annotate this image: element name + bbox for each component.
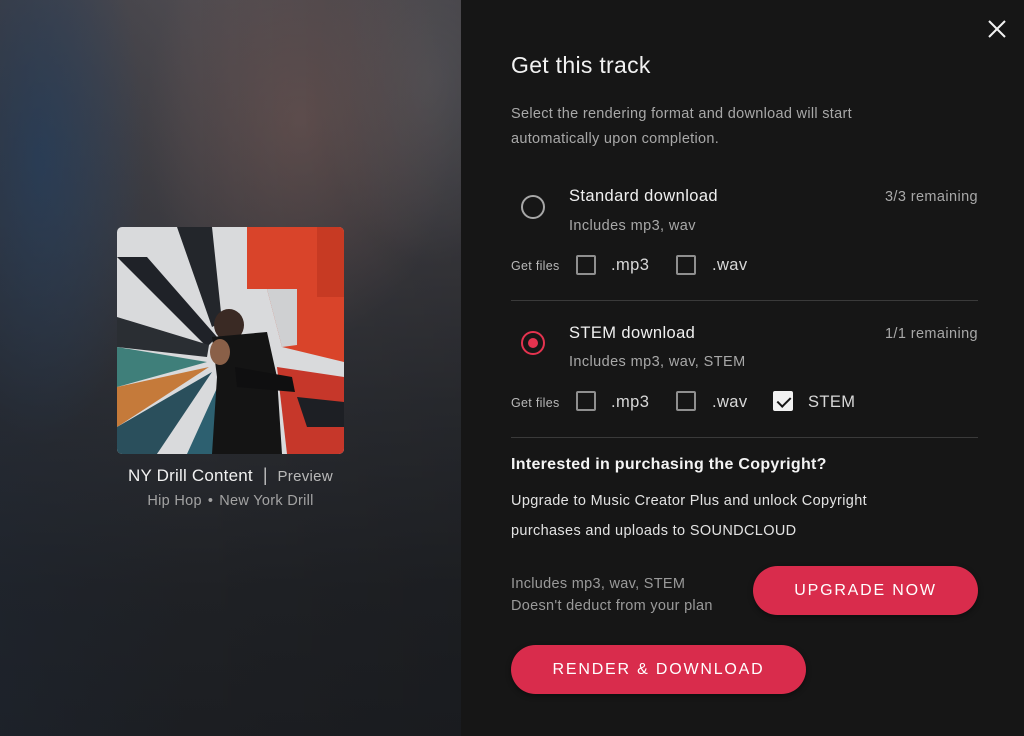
upgrade-note-line-2: Doesn't deduct from your plan: [511, 598, 713, 614]
section-divider: [511, 300, 978, 301]
stem-wav-checkbox[interactable]: [676, 391, 696, 411]
copyright-body: Upgrade to Music Creator Plus and unlock…: [511, 493, 867, 539]
track-preview-pane: NY Drill Content | Preview Hip Hop • New Y…: [0, 0, 461, 736]
close-icon: [988, 20, 1006, 38]
title-separator: |: [262, 465, 268, 485]
standard-wav-checkbox[interactable]: [676, 255, 696, 275]
standard-mp3-checkbox[interactable]: [576, 255, 596, 275]
standard-mp3-label: .mp3: [611, 256, 650, 274]
render-download-button[interactable]: RENDER & DOWNLOAD: [511, 645, 806, 694]
standard-get-files-label: Get files: [511, 259, 560, 273]
preview-link[interactable]: Preview: [278, 468, 333, 485]
upgrade-plan-note: Includes mp3, wav, STEM Doesn't deduct f…: [511, 573, 713, 617]
stem-mp3-label: .mp3: [611, 393, 650, 411]
track-title[interactable]: NY Drill Content: [128, 466, 253, 486]
copyright-title: Interested in purchasing the Copyright?: [511, 456, 827, 473]
stem-stem-checkbox[interactable]: [773, 391, 793, 411]
standard-download-radio[interactable]: [521, 195, 545, 219]
panel-intro: Select the rendering format and download…: [511, 106, 852, 147]
track-title-row: NY Drill Content | Preview: [0, 465, 461, 486]
stem-download-radio[interactable]: [521, 331, 545, 355]
stem-download-subtitle: Includes mp3, wav, STEM: [569, 354, 746, 370]
album-artwork: [117, 227, 344, 454]
stem-wav-label: .wav: [712, 393, 748, 411]
section-divider: [511, 437, 978, 438]
album-artwork-image: [117, 227, 344, 454]
track-genres: Hip Hop • New York Drill: [0, 493, 461, 509]
upgrade-now-button[interactable]: UPGRADE NOW: [753, 566, 978, 615]
genre-new-york-drill[interactable]: New York Drill: [219, 493, 313, 509]
genre-separator: •: [207, 493, 214, 509]
stem-get-files-label: Get files: [511, 396, 560, 410]
standard-download-subtitle: Includes mp3, wav: [569, 218, 696, 234]
standard-download-title[interactable]: Standard download: [569, 187, 718, 206]
stem-download-title[interactable]: STEM download: [569, 324, 695, 343]
genre-hip-hop[interactable]: Hip Hop: [147, 493, 202, 509]
stem-stem-label: STEM: [808, 393, 856, 411]
panel-heading: Get this track: [511, 52, 651, 78]
close-button[interactable]: [985, 17, 1009, 41]
stem-mp3-checkbox[interactable]: [576, 391, 596, 411]
standard-download-remaining: 3/3 remaining: [884, 189, 978, 205]
upgrade-note-line-1: Includes mp3, wav, STEM: [511, 576, 686, 592]
standard-wav-label: .wav: [712, 256, 748, 274]
stem-download-remaining: 1/1 remaining: [884, 326, 978, 342]
